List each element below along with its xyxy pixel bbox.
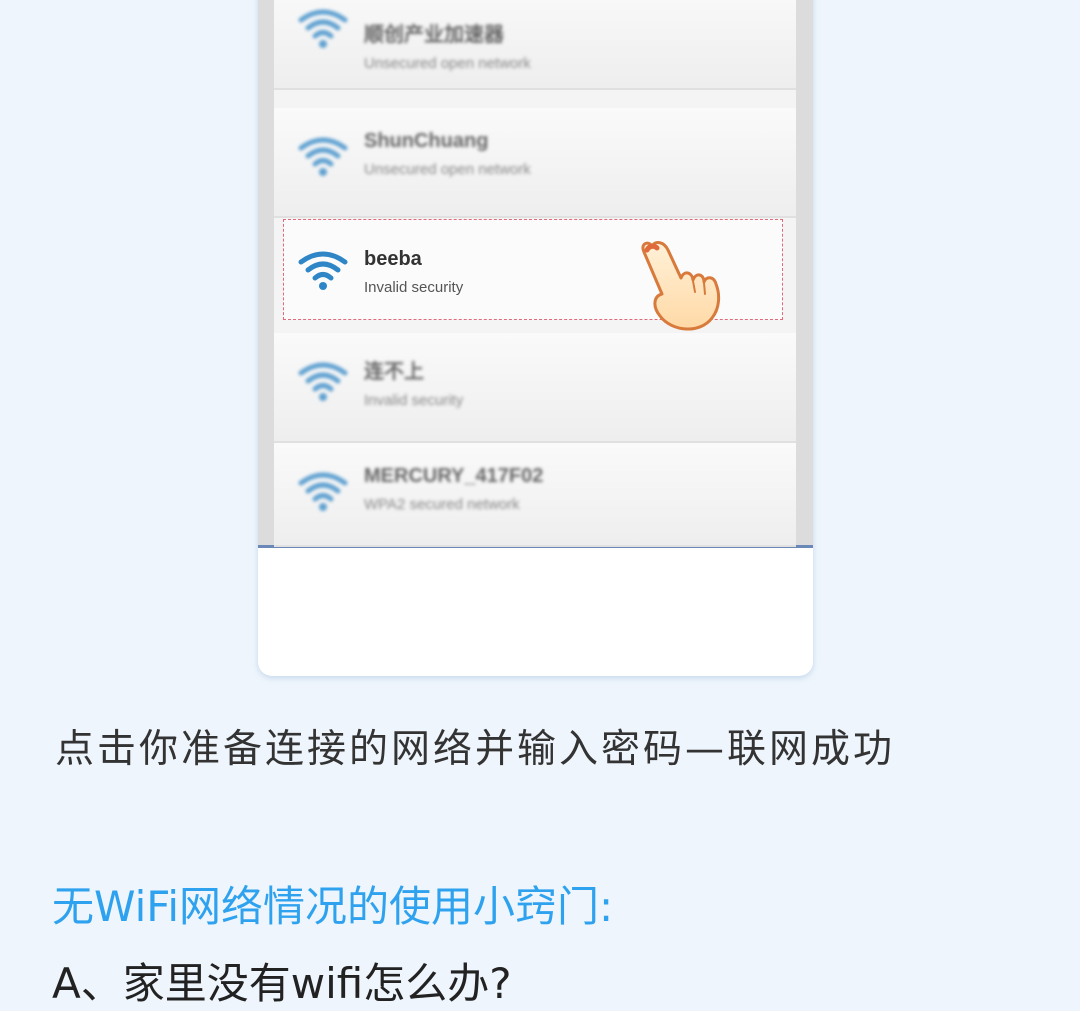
question-a: A、家里没有wifi怎么办?: [52, 959, 512, 1008]
wifi-network-name: MERCURY_417F02: [364, 465, 544, 487]
wifi-network-name: ShunChuang: [364, 130, 489, 152]
wifi-list-screen: 顺创产业加速器 Unsecured open network ShunChuan…: [258, 0, 813, 548]
wifi-network-name: 连不上: [364, 361, 424, 383]
wifi-network-name: 顺创产业加速器: [364, 24, 504, 46]
phone-screenshot-card: 顺创产业加速器 Unsecured open network ShunChuan…: [258, 0, 813, 676]
wifi-network-row[interactable]: 连不上 Invalid security: [274, 333, 796, 443]
wifi-icon: [298, 251, 348, 290]
wifi-network-row[interactable]: MERCURY_417F02 WPA2 secured network: [274, 443, 796, 547]
wifi-network-status: WPA2 secured network: [364, 496, 520, 513]
wifi-network-row[interactable]: 顺创产业加速器 Unsecured open network: [274, 0, 796, 90]
wifi-network-name: beeba: [364, 248, 422, 270]
tips-heading: 无WiFi网络情况的使用小窍门:: [52, 882, 614, 931]
wifi-icon: [298, 362, 348, 401]
wifi-network-row[interactable]: ShunChuang Unsecured open network: [274, 108, 796, 218]
wifi-icon: [298, 472, 348, 511]
pointing-hand-icon: [641, 241, 721, 331]
wifi-network-status: Unsecured open network: [364, 55, 531, 72]
wifi-network-status: Invalid security: [364, 279, 464, 296]
wifi-network-status: Invalid security: [364, 392, 464, 409]
wifi-icon: [298, 137, 348, 176]
wifi-network-status: Unsecured open network: [364, 161, 531, 178]
wifi-icon: [298, 9, 348, 48]
step-caption: 点击你准备连接的网络并输入密码—联网成功: [55, 727, 896, 772]
